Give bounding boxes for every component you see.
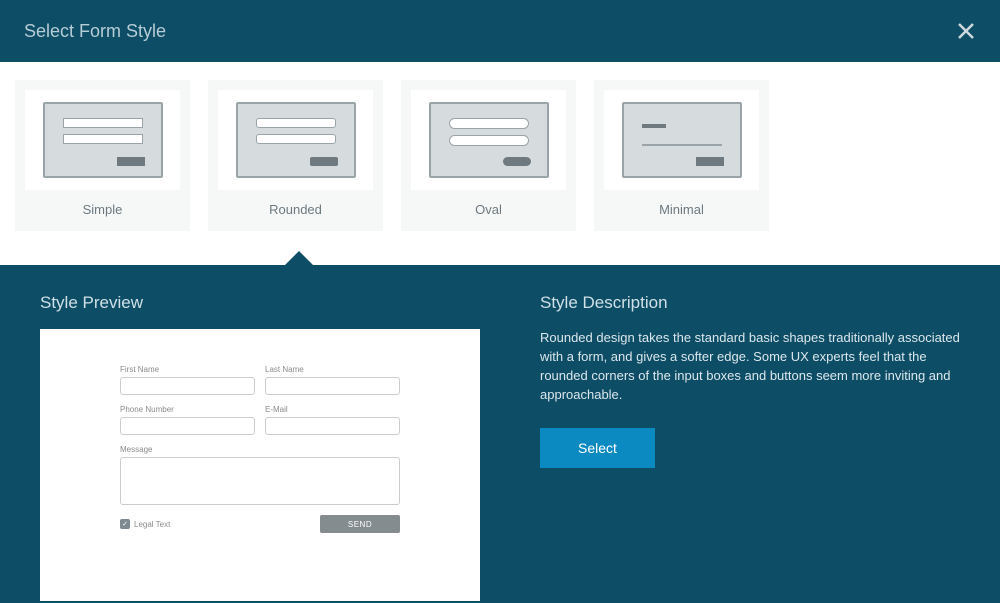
message-input bbox=[120, 457, 400, 505]
last-name-input bbox=[265, 377, 400, 395]
last-name-label: Last Name bbox=[265, 365, 400, 374]
style-label: Simple bbox=[25, 202, 180, 217]
first-name-input bbox=[120, 377, 255, 395]
style-thumb-minimal bbox=[604, 90, 759, 190]
select-button[interactable]: Select bbox=[540, 428, 655, 468]
legal-label: Legal Text bbox=[134, 520, 170, 529]
style-label: Rounded bbox=[218, 202, 373, 217]
dialog-header: Select Form Style bbox=[0, 0, 1000, 62]
style-thumb-oval bbox=[411, 90, 566, 190]
style-options-row: Simple Rounded Oval bbox=[0, 62, 1000, 231]
first-name-label: First Name bbox=[120, 365, 255, 374]
style-card-oval[interactable]: Oval bbox=[401, 80, 576, 231]
phone-input bbox=[120, 417, 255, 435]
preview-title: Style Preview bbox=[40, 293, 480, 313]
style-thumb-simple bbox=[25, 90, 180, 190]
style-card-minimal[interactable]: Minimal bbox=[594, 80, 769, 231]
dialog-title: Select Form Style bbox=[24, 21, 166, 42]
style-thumb-rounded bbox=[218, 90, 373, 190]
phone-label: Phone Number bbox=[120, 405, 255, 414]
preview-column: Style Preview First Name Last Name Phone… bbox=[40, 293, 480, 603]
style-label: Minimal bbox=[604, 202, 759, 217]
legal-checkbox-group: ✓ Legal Text bbox=[120, 519, 170, 529]
description-column: Style Description Rounded design takes t… bbox=[540, 293, 960, 603]
style-label: Oval bbox=[411, 202, 566, 217]
description-title: Style Description bbox=[540, 293, 960, 313]
email-label: E-Mail bbox=[265, 405, 400, 414]
lower-panel: Style Preview First Name Last Name Phone… bbox=[0, 265, 1000, 603]
selected-pointer-icon bbox=[285, 251, 313, 265]
email-input bbox=[265, 417, 400, 435]
style-card-rounded[interactable]: Rounded bbox=[208, 80, 383, 231]
message-label: Message bbox=[120, 445, 400, 454]
checkbox-icon: ✓ bbox=[120, 519, 130, 529]
close-icon[interactable] bbox=[956, 21, 976, 41]
description-body: Rounded design takes the standard basic … bbox=[540, 329, 960, 404]
send-button-preview: SEND bbox=[320, 515, 400, 533]
style-card-simple[interactable]: Simple bbox=[15, 80, 190, 231]
preview-box: First Name Last Name Phone Number E-Mail bbox=[40, 329, 480, 601]
